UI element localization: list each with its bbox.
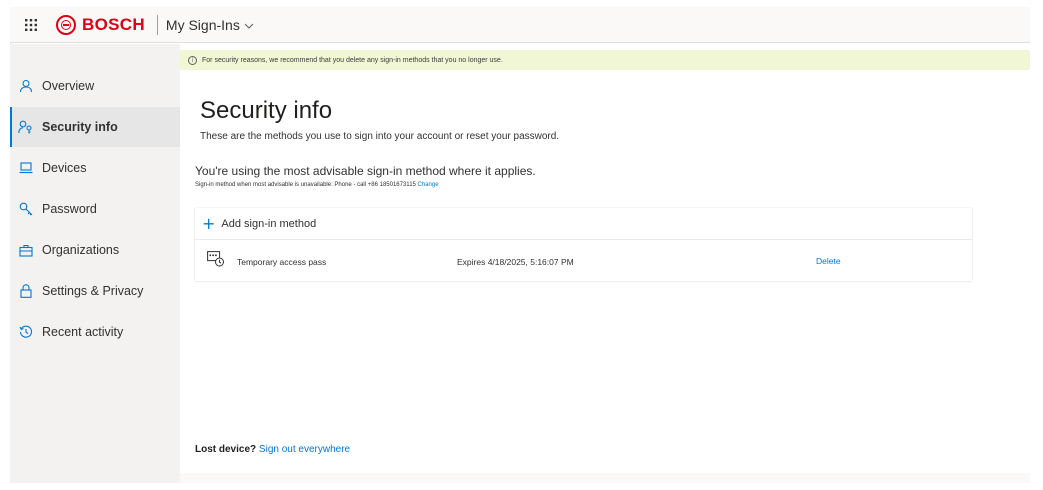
- sidebar-item-password[interactable]: Password: [10, 189, 180, 229]
- security-info-icon: [18, 119, 34, 135]
- sidebar-item-recent-activity[interactable]: Recent activity: [10, 312, 180, 352]
- chevron-down-icon: [244, 16, 254, 34]
- sidebar-item-label: Recent activity: [42, 325, 124, 339]
- temporary-access-pass-icon: [207, 251, 225, 269]
- history-icon: [18, 324, 34, 340]
- sign-out-everywhere-link[interactable]: Sign out everywhere: [259, 444, 350, 455]
- advisable-method-text: You're using the most advisable sign-in …: [195, 164, 536, 178]
- page-title: Security info: [200, 97, 333, 124]
- laptop-icon: [18, 160, 34, 176]
- add-sign-in-method-button[interactable]: + Add sign-in method: [195, 208, 972, 240]
- method-name: Temporary access pass: [237, 257, 327, 267]
- lock-icon: [18, 283, 34, 299]
- sidebar-item-label: Settings & Privacy: [42, 284, 144, 298]
- change-link[interactable]: Change: [418, 182, 439, 188]
- info-icon: i: [188, 55, 197, 65]
- method-expiry: Expires 4/18/2025, 5:16:07 PM: [457, 257, 574, 267]
- sidebar-item-organizations[interactable]: Organizations: [10, 230, 180, 270]
- bosch-logo[interactable]: BOSCH: [56, 14, 145, 35]
- method-row: Temporary access pass Expires 4/18/2025,…: [195, 240, 972, 280]
- app-launcher-icon[interactable]: [10, 7, 52, 43]
- briefcase-icon: [18, 242, 34, 258]
- sidebar-item-settings-privacy[interactable]: Settings & Privacy: [10, 271, 180, 311]
- security-banner: i For security reasons, we recommend tha…: [180, 50, 1030, 70]
- header-divider: [156, 14, 158, 35]
- top-bar: BOSCH My Sign-Ins: [10, 7, 1030, 43]
- sidebar-item-label: Security info: [42, 120, 118, 134]
- person-icon: [18, 78, 34, 94]
- plus-icon: +: [202, 213, 216, 233]
- lost-device-label: Lost device?: [195, 444, 257, 455]
- delete-method-link[interactable]: Delete: [816, 256, 841, 266]
- lost-device-section: Lost device? Sign out everywhere: [195, 444, 350, 455]
- brand-name: BOSCH: [82, 14, 145, 34]
- app-title: My Sign-Ins: [165, 16, 240, 33]
- fallback-method-text: Sign-in method when most advisable is un…: [195, 182, 439, 188]
- sidebar-item-label: Organizations: [42, 243, 120, 257]
- add-sign-in-method-label: Add sign-in method: [221, 217, 317, 230]
- sidebar-item-devices[interactable]: Devices: [10, 148, 180, 188]
- sidebar: Overview Security info Devices Password …: [10, 44, 180, 483]
- methods-card: + Add sign-in method Temporary access pa…: [195, 208, 972, 281]
- key-icon: [18, 201, 34, 217]
- fallback-method-label: Sign-in method when most advisable is un…: [195, 182, 416, 188]
- sidebar-item-label: Devices: [42, 161, 87, 175]
- footer-band: [180, 473, 1030, 483]
- page-subtitle: These are the methods you use to sign in…: [200, 131, 560, 142]
- banner-text: For security reasons, we recommend that …: [202, 56, 503, 64]
- app-switcher[interactable]: My Sign-Ins: [166, 16, 254, 34]
- bosch-logo-icon: [56, 14, 76, 35]
- sidebar-item-label: Password: [42, 202, 97, 216]
- sidebar-item-label: Overview: [42, 79, 95, 93]
- sidebar-item-overview[interactable]: Overview: [10, 66, 180, 106]
- sidebar-item-security-info[interactable]: Security info: [10, 107, 180, 147]
